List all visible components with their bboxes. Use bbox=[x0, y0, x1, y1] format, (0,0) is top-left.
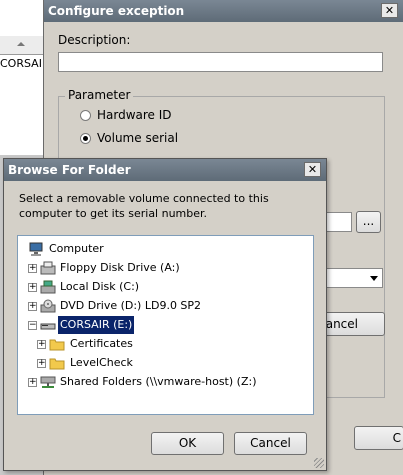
expand-icon[interactable]: + bbox=[37, 359, 46, 368]
description-field[interactable] bbox=[58, 52, 383, 72]
tree-item-label: LevelCheck bbox=[70, 356, 133, 369]
description-label: Description: bbox=[58, 33, 131, 47]
browse-title: Browse For Folder bbox=[8, 163, 131, 177]
expand-icon[interactable]: + bbox=[28, 378, 37, 387]
bottom-button-partial[interactable]: C bbox=[354, 426, 403, 450]
expand-icon[interactable]: + bbox=[37, 340, 46, 349]
computer-icon bbox=[28, 242, 44, 256]
browse-close-icon[interactable]: ✕ bbox=[304, 162, 321, 177]
parameter-group-label: Parameter bbox=[65, 88, 134, 102]
sort-up-icon bbox=[17, 42, 25, 46]
radio-volume-serial-label: Volume serial bbox=[97, 131, 179, 145]
background-list-panel: CORSAIR bbox=[0, 0, 50, 155]
folder-icon bbox=[49, 356, 65, 370]
browse-title-bar: Browse For Folder ✕ bbox=[4, 159, 326, 181]
cancel-button[interactable]: Cancel bbox=[234, 432, 307, 455]
tree-item[interactable]: + Local Disk (C:) bbox=[18, 278, 313, 296]
tree-item-label: Local Disk (C:) bbox=[60, 280, 140, 293]
tree-item[interactable]: + Shared Folders (\\vmware-host) (Z:) bbox=[18, 373, 313, 391]
dvd-icon bbox=[40, 299, 56, 313]
configure-title-bar: Configure exception ✕ bbox=[44, 0, 403, 22]
tree-item[interactable]: + Certificates bbox=[18, 335, 313, 353]
browse-button[interactable]: ... bbox=[356, 211, 381, 233]
resize-grip-icon[interactable] bbox=[314, 458, 324, 468]
expand-icon[interactable]: + bbox=[28, 264, 37, 273]
radio-hardware-id[interactable] bbox=[80, 110, 91, 121]
tree-item[interactable]: + DVD Drive (D:) LD9.0 SP2 bbox=[18, 297, 313, 315]
tree-item[interactable]: + LevelCheck bbox=[18, 354, 313, 372]
tree-item[interactable]: Computer bbox=[18, 240, 313, 258]
hard-drive-icon bbox=[40, 280, 56, 294]
radio-hardware-id-label: Hardware ID bbox=[97, 108, 172, 122]
floppy-icon bbox=[40, 261, 56, 275]
collapse-icon[interactable]: − bbox=[28, 321, 37, 330]
folder-tree[interactable]: Computer + Floppy Disk Drive (A:) + Local Di… bbox=[17, 235, 314, 415]
browse-instruction: Select a removable volume connected to t… bbox=[19, 192, 269, 220]
tree-item[interactable]: + Floppy Disk Drive (A:) bbox=[18, 259, 313, 277]
tree-item-label: DVD Drive (D:) LD9.0 SP2 bbox=[60, 299, 202, 312]
cancel-button-partial-label: ancel bbox=[325, 317, 358, 331]
expand-icon[interactable]: + bbox=[28, 302, 37, 311]
network-drive-icon bbox=[40, 375, 56, 389]
bottom-button-partial-label: C bbox=[392, 431, 401, 445]
tree-item-label: CORSAIR (E:) bbox=[58, 316, 135, 334]
configure-close-icon[interactable]: ✕ bbox=[381, 3, 398, 18]
radio-volume-serial[interactable] bbox=[80, 133, 91, 144]
folder-icon bbox=[49, 337, 65, 351]
chevron-down-icon bbox=[370, 276, 378, 281]
tree-item[interactable]: − CORSAIR (E:) bbox=[18, 316, 313, 334]
ok-button[interactable]: OK bbox=[151, 432, 224, 455]
expand-icon[interactable]: + bbox=[28, 283, 37, 292]
browse-for-folder-dialog: Browse For Folder ✕ Select a removable v… bbox=[3, 158, 327, 471]
tree-item-label: Shared Folders (\\vmware-host) (Z:) bbox=[60, 375, 257, 388]
removable-drive-icon bbox=[40, 318, 56, 332]
tree-item-label: Certificates bbox=[70, 337, 133, 350]
configure-title: Configure exception bbox=[48, 4, 185, 18]
tree-item-label: Computer bbox=[49, 242, 104, 255]
tree-item-label: Floppy Disk Drive (A:) bbox=[60, 261, 180, 274]
